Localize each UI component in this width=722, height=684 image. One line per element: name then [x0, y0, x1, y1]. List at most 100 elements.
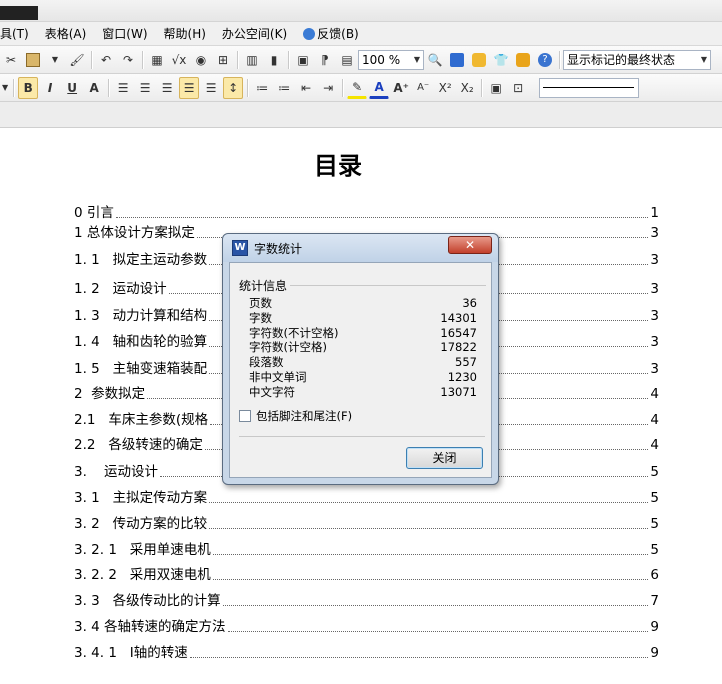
align-left-icon[interactable]: ☰ [113, 77, 133, 99]
insert-table-icon[interactable]: ▦ [147, 49, 167, 71]
app-title-fragment [0, 6, 38, 20]
border-style-select[interactable] [539, 77, 640, 98]
group-divider [290, 285, 486, 286]
toc-page-number: 6 [648, 566, 659, 584]
markup-mode-select[interactable]: 显示标记的最终状态 ▼ [563, 49, 711, 70]
stat-label: 非中文单词 [249, 370, 307, 384]
font-size-dropdown-icon[interactable]: ▼ [1, 77, 9, 99]
drawing-icon[interactable]: ▣ [293, 49, 313, 71]
document-map-icon[interactable]: ▤ [337, 49, 357, 71]
dialog-title: 字数统计 [254, 241, 303, 256]
increase-indent-icon[interactable]: ⇥ [318, 77, 338, 99]
justify-icon[interactable]: ☰ [179, 76, 200, 99]
toc-entry-text: 1. 4 轴和齿轮的验算 [74, 333, 210, 351]
toc-page-number: 3 [648, 251, 659, 269]
stat-row: 页数 36 [249, 296, 477, 310]
border-icon[interactable]: ⊡ [508, 77, 528, 99]
wps-app-icon: W [232, 240, 248, 256]
paste-dropdown-icon[interactable]: ▼ [45, 49, 65, 71]
highlight-icon[interactable]: ✎ [347, 77, 368, 99]
toc-entry[interactable]: 3. 2. 1 采用单速电机 5 [74, 541, 659, 559]
show-marks-icon[interactable]: ⁋ [315, 49, 335, 71]
toc-page-number: 5 [648, 489, 659, 507]
subscript-icon[interactable]: X₂ [457, 77, 477, 99]
toc-entry[interactable]: 3. 4. 1 Ⅰ轴的转速 9 [74, 644, 659, 662]
toc-entry[interactable]: 3. 1 主拟定传动方案 5 [74, 489, 659, 507]
dialog-title-bar[interactable]: W 字数统计 ✕ [223, 234, 498, 262]
zoom-select[interactable]: 100 % ▼ [358, 49, 424, 70]
decrease-indent-icon[interactable]: ⇤ [296, 77, 316, 99]
shield-icon[interactable] [513, 49, 533, 71]
distribute-icon[interactable]: ☰ [201, 77, 221, 99]
chevron-down-icon: ▼ [413, 55, 421, 64]
help-icon[interactable]: ? [535, 49, 555, 71]
dialog-body: 统计信息 页数 36 字数 14301 字符数(不计空格) 16547 字符数(计空格) 17… [229, 262, 492, 478]
text-box-icon[interactable]: ▣ [486, 77, 506, 99]
toc-page-number: 7 [648, 592, 659, 610]
toc-page-number: 3 [648, 224, 659, 242]
sun-icon[interactable] [469, 49, 489, 71]
paste-icon[interactable] [23, 49, 43, 71]
font-color-icon[interactable]: A [369, 77, 390, 99]
toc-entry-text: 3. 4. 1 Ⅰ轴的转速 [74, 644, 190, 662]
bold-button[interactable]: B [18, 76, 39, 99]
include-footnotes-checkbox[interactable] [239, 410, 251, 422]
menu-office-space[interactable]: 办公空间(K) [215, 24, 296, 44]
table-grid-icon[interactable]: ⊞ [213, 49, 233, 71]
format-painter-icon[interactable]: 🖌 [67, 49, 87, 71]
close-button[interactable]: 关闭 [406, 447, 483, 469]
shirt-icon[interactable]: 👕 [491, 49, 511, 71]
include-footnotes-row[interactable]: 包括脚注和尾注(F) [239, 408, 352, 424]
toc-page-number: 3 [648, 360, 659, 378]
toc-page-number: 3 [648, 307, 659, 325]
menu-window[interactable]: 窗口(W) [95, 24, 156, 44]
menu-feedback[interactable]: 反馈(B) [296, 24, 368, 44]
toc-leader-dots [115, 217, 649, 218]
toc-entry-text: 1 总体设计方案拟定 [74, 224, 197, 242]
superscript-icon[interactable]: X² [435, 77, 455, 99]
numbered-list-icon[interactable]: ≔ [252, 77, 272, 99]
font-effect-icon[interactable]: A [84, 77, 104, 99]
include-footnotes-label: 包括脚注和尾注(F) [256, 409, 353, 423]
toc-entry[interactable]: 3. 3 各级传动比的计算 7 [74, 592, 659, 610]
cut-icon[interactable]: ✂ [1, 49, 21, 71]
toc-entry-text: 3. 2. 1 采用单速电机 [74, 541, 213, 559]
chart-icon[interactable]: ▮ [264, 49, 284, 71]
toc-entry[interactable]: 3. 2. 2 采用双速电机 6 [74, 566, 659, 584]
undo-icon[interactable]: ↶ [96, 49, 116, 71]
toc-entry-text: 3. 运动设计 [74, 463, 161, 481]
toc-entry-text: 1. 2 运动设计 [74, 280, 169, 298]
underline-button[interactable]: U [62, 77, 82, 99]
grow-font-icon[interactable]: A⁺ [391, 77, 411, 99]
stat-row: 段落数 557 [249, 355, 477, 369]
toc-entry-text: 3. 1 主拟定传动方案 [74, 489, 210, 507]
toc-entry-text: 0 引言 [74, 204, 116, 222]
menu-table[interactable]: 表格(A) [38, 24, 96, 44]
dialog-divider [239, 436, 485, 437]
formula-icon[interactable]: √x [169, 49, 189, 71]
stat-value: 16547 [440, 326, 477, 340]
toc-entry[interactable]: 3. 4 各轴转速的确定方法 9 [74, 618, 659, 636]
wps-d-icon[interactable] [447, 49, 467, 71]
menu-tools[interactable]: 具(T) [0, 24, 38, 44]
toc-entry[interactable]: 0 引言 1 [74, 204, 659, 222]
menu-help[interactable]: 帮助(H) [157, 24, 215, 44]
toc-leader-dots [212, 579, 649, 580]
line-style-preview [543, 87, 635, 88]
globe-icon[interactable]: ◉ [191, 49, 211, 71]
align-center-icon[interactable]: ☰ [135, 77, 155, 99]
stat-label: 中文字符 [249, 385, 295, 399]
toc-entry[interactable]: 3. 2 传动方案的比较 5 [74, 515, 659, 533]
line-spacing-icon[interactable]: ↕ [223, 76, 244, 99]
stat-value: 557 [455, 355, 477, 369]
align-right-icon[interactable]: ☰ [157, 77, 177, 99]
toc-leader-dots [209, 502, 649, 503]
toc-page-number: 3 [648, 280, 659, 298]
bullet-list-icon[interactable]: ≔ [274, 77, 294, 99]
columns-icon[interactable]: ▥ [242, 49, 262, 71]
italic-button[interactable]: I [40, 77, 60, 99]
shrink-font-icon[interactable]: A⁻ [413, 77, 433, 99]
find-icon[interactable]: 🔍 [425, 49, 445, 71]
redo-icon[interactable]: ↷ [118, 49, 138, 71]
close-icon[interactable]: ✕ [448, 236, 492, 254]
